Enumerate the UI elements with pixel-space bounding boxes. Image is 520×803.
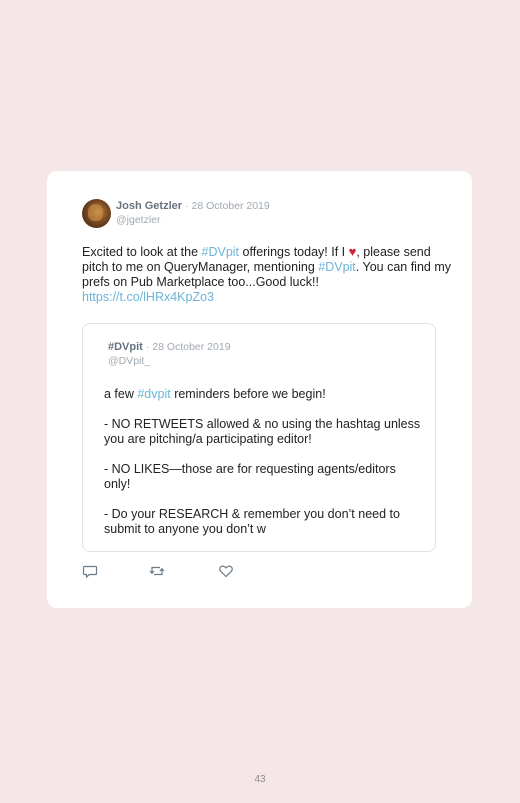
quoted-text-part: reminders before we begin!	[170, 387, 326, 401]
quoted-paragraph: - NO LIKES—those are for requesting agen…	[104, 462, 396, 491]
quoted-tweet-text: a few #dvpit reminders before we begin! …	[104, 387, 424, 552]
tweet-text-part: offerings today! If I	[239, 245, 349, 259]
quoted-paragraph: a few #dvpit reminders before we begin!	[104, 387, 424, 402]
tweet-text: Excited to look at the #DVpit offerings …	[82, 245, 452, 305]
author-line: Josh Getzler · 28 October 2019	[116, 200, 270, 212]
hashtag-link[interactable]: #DVpit	[318, 260, 356, 274]
tweet-url-link[interactable]: https://t.co/lHRx4KpZo3	[82, 290, 214, 304]
quoted-author-handle[interactable]: @DVpit_	[108, 355, 150, 367]
quoted-author-line: #DVpit · 28 October 2019	[108, 341, 231, 353]
like-icon[interactable]	[218, 563, 234, 579]
author-name[interactable]: Josh Getzler	[116, 200, 182, 212]
hashtag-link[interactable]: #dvpit	[137, 387, 170, 401]
avatar[interactable]	[82, 199, 111, 228]
tweet-actions	[82, 563, 252, 579]
tweet-card: Josh Getzler · 28 October 2019 @jgetzler…	[47, 171, 472, 608]
quoted-text-part: a few	[104, 387, 138, 401]
tweet-text-part: Excited to look at the	[82, 245, 202, 259]
tweet-date: · 28 October 2019	[185, 200, 270, 212]
quoted-paragraph: - NO RETWEETS allowed & no using the has…	[104, 417, 421, 446]
quoted-paragraph: - Do your RESEARCH & remember you don’t …	[104, 507, 400, 536]
author-handle[interactable]: @jgetzler	[116, 214, 161, 226]
quoted-tweet-date: · 28 October 2019	[145, 341, 231, 353]
reply-icon[interactable]	[82, 563, 98, 579]
retweet-icon[interactable]	[149, 563, 165, 579]
quoted-author-name[interactable]: #DVpit	[108, 341, 143, 353]
hashtag-link[interactable]: #DVpit	[202, 245, 240, 259]
page-number: 43	[254, 774, 266, 785]
quoted-tweet[interactable]: #DVpit · 28 October 2019 @DVpit_ a few #…	[82, 323, 436, 552]
